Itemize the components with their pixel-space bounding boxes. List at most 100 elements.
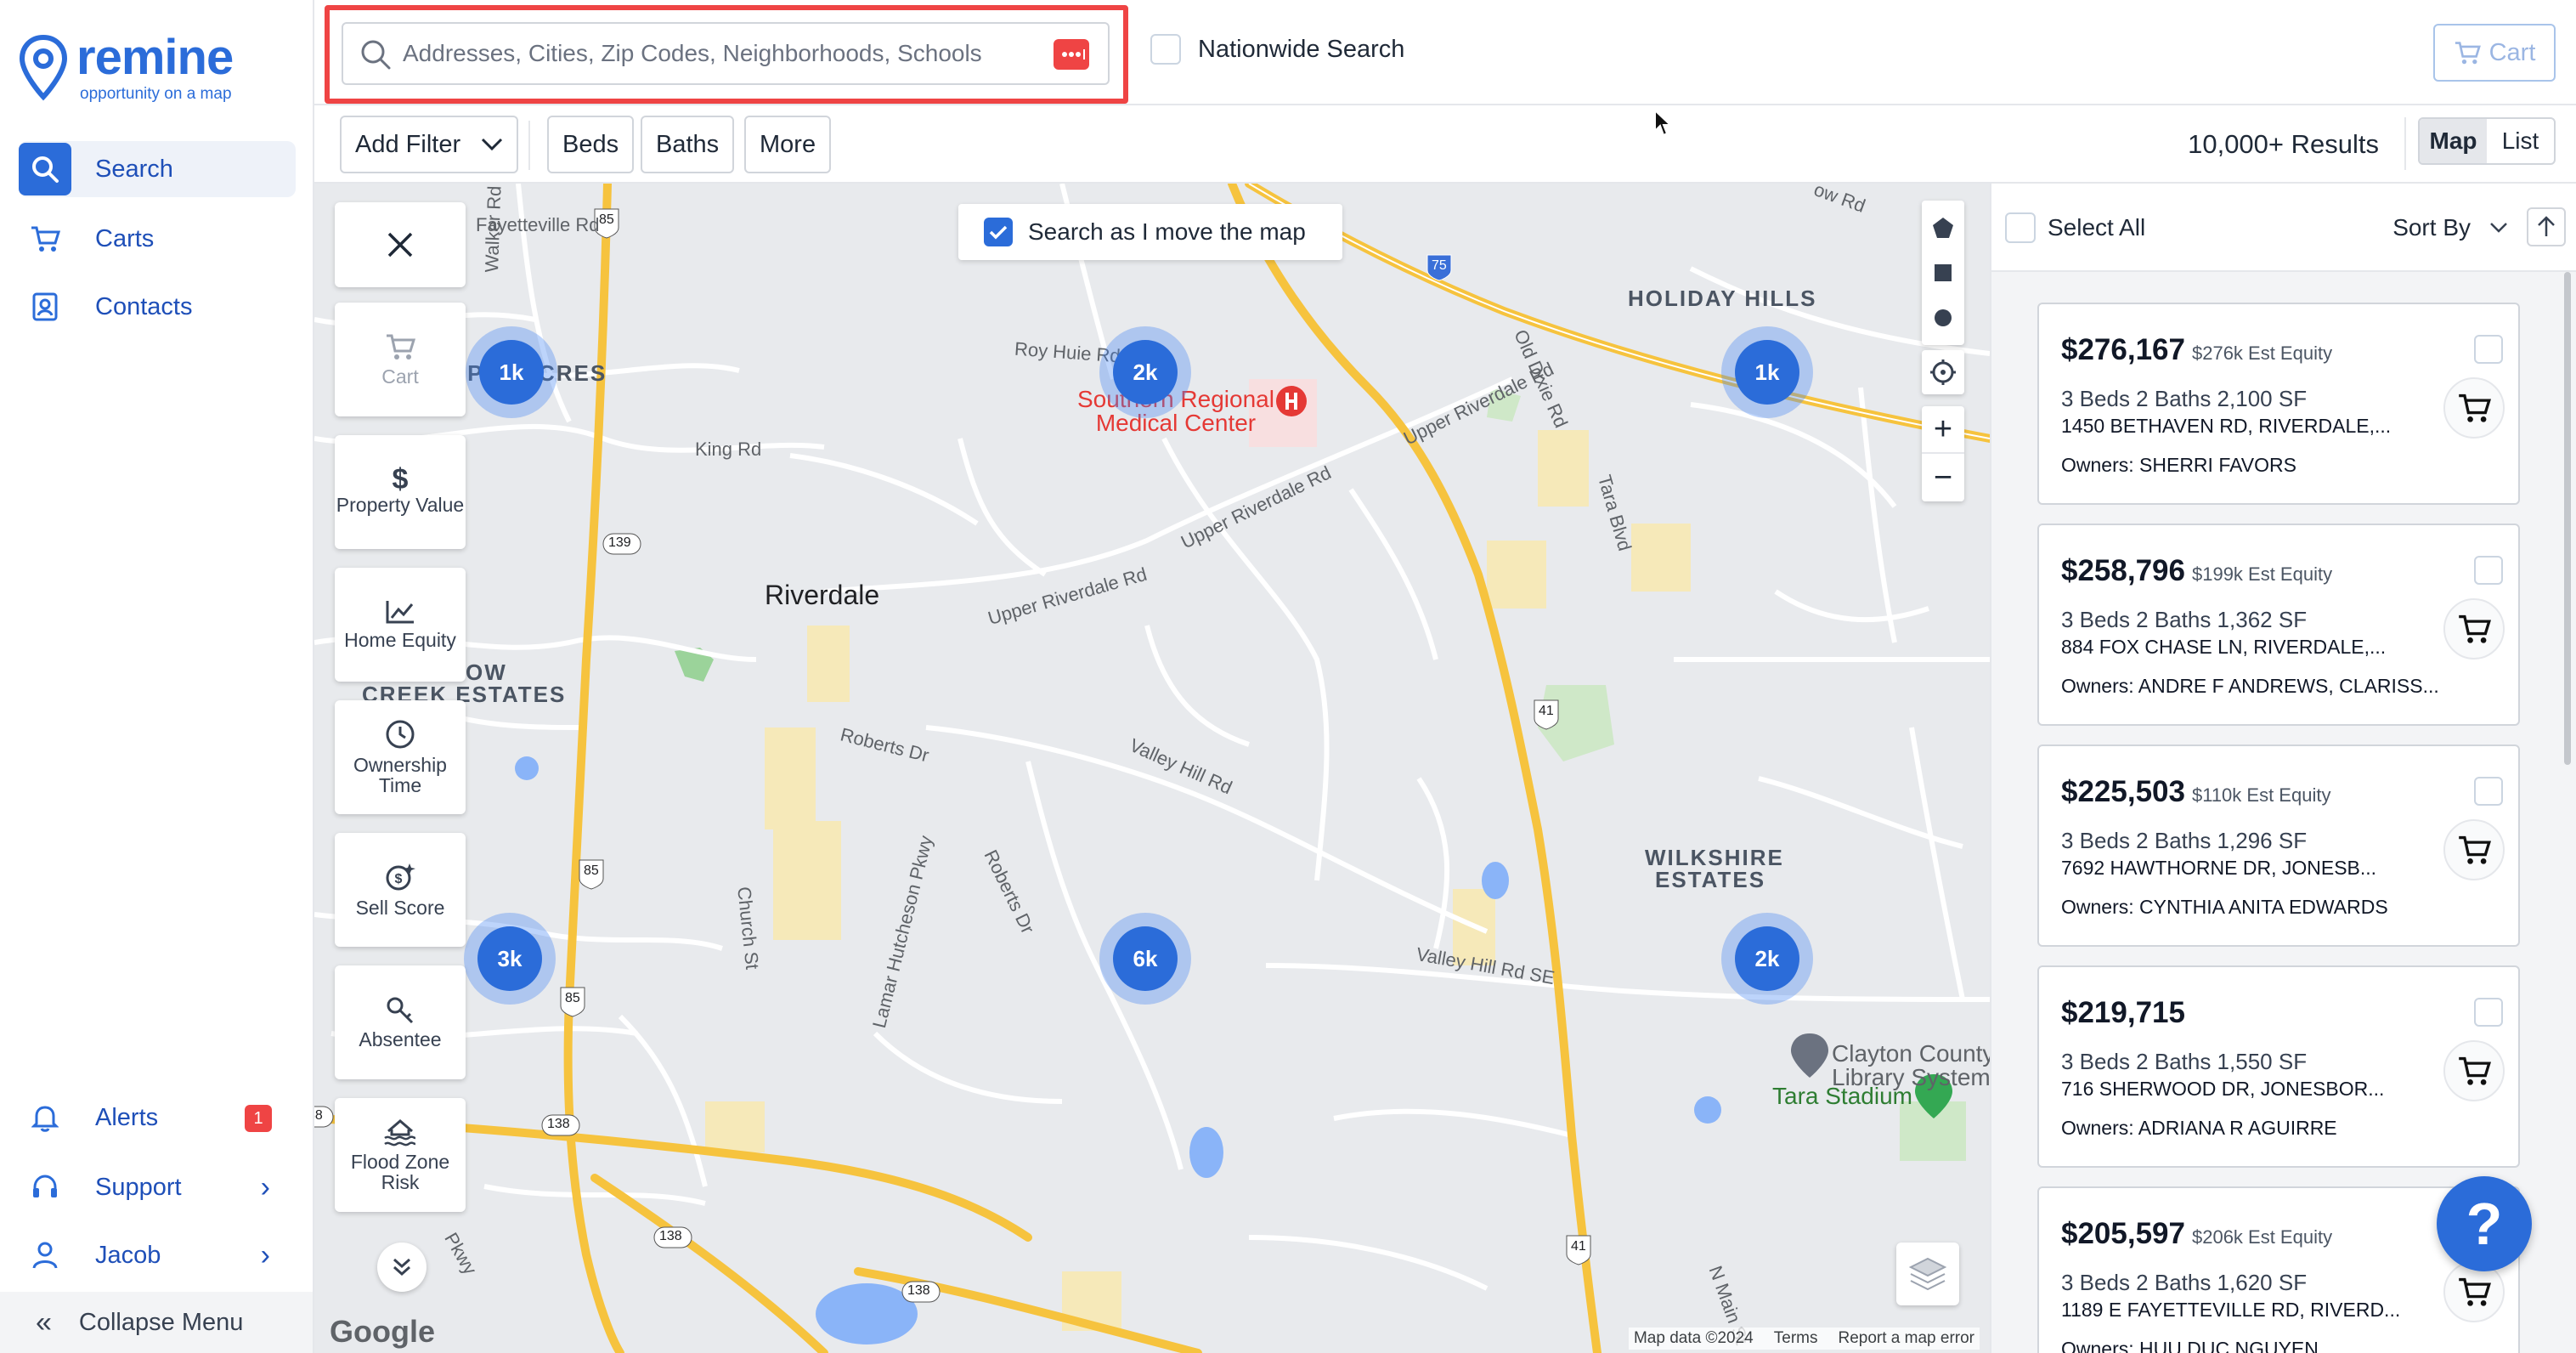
listing-checkbox[interactable] <box>2474 335 2503 364</box>
report-map-error-link[interactable]: Report a map error <box>1838 1329 1974 1348</box>
more-filter-button[interactable]: More <box>744 116 832 173</box>
property-cluster[interactable]: 1k <box>466 326 557 418</box>
tool-absentee[interactable]: Absentee <box>335 965 466 1079</box>
baths-filter-button[interactable]: Baths <box>641 116 735 173</box>
nationwide-label: Nationwide Search <box>1198 35 1405 63</box>
shield-label: 85 <box>565 991 580 1005</box>
beds-filter-button[interactable]: Beds <box>547 116 635 173</box>
map-pin-logo-icon <box>19 34 68 101</box>
results-count: 10,000+ Results <box>2188 129 2379 159</box>
tool-flood-zone-risk[interactable]: Flood Zone Risk <box>335 1098 466 1212</box>
sidebar-item-support[interactable]: Support › <box>19 1159 296 1215</box>
listing-equity: $276k Est Equity <box>2191 342 2333 364</box>
listing-card[interactable]: $276,167 $276k Est Equity 3 Beds 2 Baths … <box>2037 303 2520 505</box>
listing-checkbox[interactable] <box>2474 556 2503 585</box>
listing-beds-baths: 3 Beds 2 Baths 2,100 SF <box>2061 386 2308 411</box>
tool-label: Cart <box>381 365 419 388</box>
sidebar-item-label: Search <box>95 155 173 183</box>
search-as-move-toggle[interactable]: Search as I move the map <box>958 204 1342 260</box>
property-cluster[interactable]: 6k <box>1099 913 1191 1005</box>
add-to-cart-button[interactable] <box>2443 819 2505 880</box>
select-all-checkbox[interactable] <box>2005 212 2036 243</box>
cart-icon <box>2459 1277 2491 1306</box>
map-view-button[interactable]: Map <box>2420 119 2487 163</box>
listing-checkbox[interactable] <box>2474 777 2503 806</box>
cart-button-label: Cart <box>2488 38 2536 66</box>
sort-by-label: Sort By <box>2392 214 2471 241</box>
rectangle-draw-icon[interactable] <box>1931 261 1955 285</box>
more-label: More <box>760 130 816 158</box>
select-all-toggle[interactable]: Select All <box>2005 212 2145 243</box>
filter-bar: Add Filter Beds Baths More 10,000+ Resul… <box>314 105 2576 184</box>
map-layers-button[interactable] <box>1896 1243 1959 1305</box>
contacts-icon <box>19 280 71 333</box>
listing-card[interactable]: $219,715 3 Beds 2 Baths 1,550 SF 716 SHE… <box>2037 965 2520 1168</box>
double-chevron-left-icon: « <box>36 1305 52 1339</box>
filter-divider <box>528 121 530 170</box>
add-to-cart-button[interactable] <box>2443 1040 2505 1101</box>
tool-sell-score[interactable]: $ Sell Score <box>335 833 466 947</box>
tool-ownership-time[interactable]: Ownership Time <box>335 700 466 814</box>
listing-checkbox[interactable] <box>2474 998 2503 1027</box>
circle-draw-icon[interactable] <box>1931 306 1955 330</box>
flood-icon <box>384 1119 416 1146</box>
listing-card[interactable]: $258,796 $199k Est Equity 3 Beds 2 Baths … <box>2037 524 2520 726</box>
property-cluster[interactable]: 2k <box>1099 326 1191 418</box>
cluster-count: 2k <box>1735 926 1799 991</box>
crosshair-icon <box>1930 359 1956 385</box>
stadium-label[interactable]: Tara Stadium <box>1772 1083 1912 1110</box>
more-tools-button[interactable] <box>377 1243 427 1292</box>
terms-link[interactable]: Terms <box>1774 1329 1818 1348</box>
property-cluster[interactable]: 1k <box>1721 326 1813 418</box>
sidebar-item-contacts[interactable]: Contacts <box>19 279 296 335</box>
layers-icon <box>1908 1257 1947 1291</box>
property-cluster[interactable]: 3k <box>464 913 556 1005</box>
listing-owners: Owners: ANDRE F ANDREWS, CLARISS... <box>2061 675 2439 697</box>
locate-me-button[interactable] <box>1922 350 1964 394</box>
sidebar-item-label: Jacob <box>95 1241 161 1269</box>
listing-price-row: $225,503 $110k Est Equity <box>2061 775 2330 809</box>
add-to-cart-button[interactable] <box>2443 598 2505 660</box>
zoom-out-button[interactable]: − <box>1934 454 1952 501</box>
listing-owners: Owners: ADRIANA R AGUIRRE <box>2061 1117 2337 1139</box>
tool-home-equity[interactable]: Home Equity <box>335 568 466 682</box>
sidebar-item-alerts[interactable]: Alerts 1 <box>19 1090 296 1146</box>
sidebar-item-carts[interactable]: Carts <box>19 211 296 267</box>
results-divider <box>2404 117 2406 170</box>
sidebar-item-search[interactable]: Search <box>19 141 296 197</box>
remine-logo[interactable]: remine opportunity on a map <box>19 31 291 107</box>
svg-text:$: $ <box>395 872 403 886</box>
collapse-menu-button[interactable]: « Collapse Menu <box>0 1292 313 1353</box>
listing-price: $225,503 <box>2061 775 2185 808</box>
tool-cart[interactable]: Cart <box>335 303 466 416</box>
listing-price-row: $276,167 $276k Est Equity <box>2061 333 2332 367</box>
checkmark-icon[interactable] <box>984 218 1013 246</box>
cart-button[interactable]: Cart <box>2433 24 2556 82</box>
listing-card[interactable]: $225,503 $110k Est Equity 3 Beds 2 Baths … <box>2037 744 2520 947</box>
listing-price-row: $219,715 <box>2061 996 2192 1030</box>
sort-by-dropdown[interactable]: Sort By <box>2392 214 2508 241</box>
polygon-draw-icon[interactable] <box>1931 216 1955 240</box>
add-filter-dropdown[interactable]: Add Filter <box>340 116 518 173</box>
tool-property-value[interactable]: $ Property Value <box>335 435 466 549</box>
sidebar-item-user[interactable]: Jacob › <box>19 1227 296 1283</box>
help-button[interactable]: ? <box>2437 1176 2532 1271</box>
add-to-cart-button[interactable] <box>2443 377 2505 439</box>
shield-label: 138 <box>907 1283 930 1298</box>
nationwide-checkbox[interactable] <box>1150 34 1181 65</box>
property-cluster[interactable]: 2k <box>1721 913 1813 1005</box>
shield-label: 41 <box>1539 704 1554 718</box>
search-icon <box>361 40 391 70</box>
listing-equity: $110k Est Equity <box>2191 784 2331 806</box>
scroll-top-button[interactable] <box>2527 207 2566 246</box>
search-input[interactable] <box>403 24 1048 83</box>
search-box[interactable] <box>342 22 1110 85</box>
password-manager-icon[interactable] <box>1054 39 1089 70</box>
nationwide-search-toggle[interactable]: Nationwide Search <box>1150 34 1404 65</box>
map-view[interactable]: 85 139 85 85 41 41 138 138 138 75 38 Fay… <box>314 184 1990 1353</box>
zoom-controls: + − <box>1922 406 1964 501</box>
close-tools-button[interactable] <box>335 202 466 287</box>
zoom-in-button[interactable]: + <box>1922 406 1964 454</box>
results-scrollbar[interactable] <box>2564 272 2571 765</box>
list-view-button[interactable]: List <box>2487 119 2554 163</box>
